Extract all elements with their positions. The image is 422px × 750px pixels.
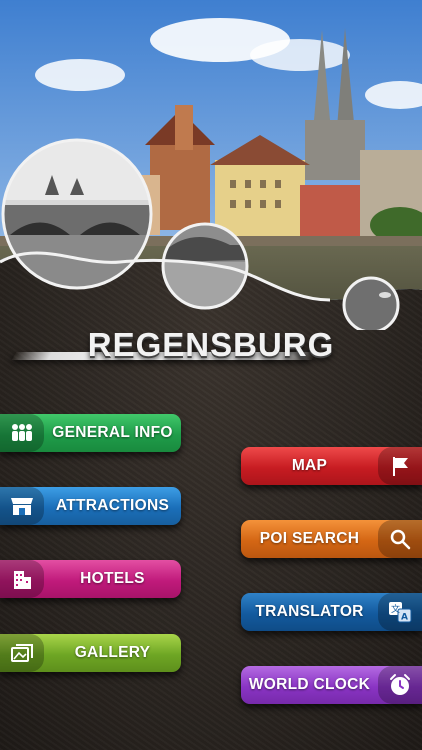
translator-label: TRANSLATOR	[255, 603, 364, 620]
world-clock-button[interactable]: WORLD CLOCK	[241, 666, 422, 704]
gallery-label: GALLERY	[74, 644, 151, 661]
map-button[interactable]: MAP	[241, 447, 422, 485]
people-icon	[0, 414, 44, 452]
hotels-label: HOTELS	[80, 570, 145, 587]
map-label: MAP	[291, 457, 328, 474]
alarm-clock-icon	[378, 666, 422, 704]
page-title: REGENSBURG	[87, 326, 335, 363]
general-info-button[interactable]: GENERAL INFO	[0, 414, 181, 452]
hotels-button[interactable]: HOTELS	[0, 560, 181, 598]
poi-search-label: POI SEARCH	[259, 530, 360, 547]
search-icon	[378, 520, 422, 558]
poi-search-button[interactable]: POI SEARCH	[241, 520, 422, 558]
flag-icon	[378, 447, 422, 485]
attractions-label: ATTRACTIONS	[55, 497, 170, 514]
svg-text:文: 文	[391, 603, 400, 615]
store-icon	[0, 487, 44, 525]
translator-button[interactable]: TRANSLATOR 文 A	[241, 593, 422, 631]
gallery-button[interactable]: GALLERY	[0, 634, 181, 672]
translate-icon: 文 A	[378, 593, 422, 631]
attractions-button[interactable]: ATTRACTIONS	[0, 487, 181, 525]
title-banner: REGENSBURG	[0, 322, 422, 382]
photos-icon	[0, 634, 44, 672]
general-info-label: GENERAL INFO	[52, 424, 173, 441]
building-icon	[0, 560, 44, 598]
world-clock-label: WORLD CLOCK	[248, 676, 371, 693]
svg-text:A: A	[401, 613, 408, 623]
header-photo	[0, 0, 422, 330]
